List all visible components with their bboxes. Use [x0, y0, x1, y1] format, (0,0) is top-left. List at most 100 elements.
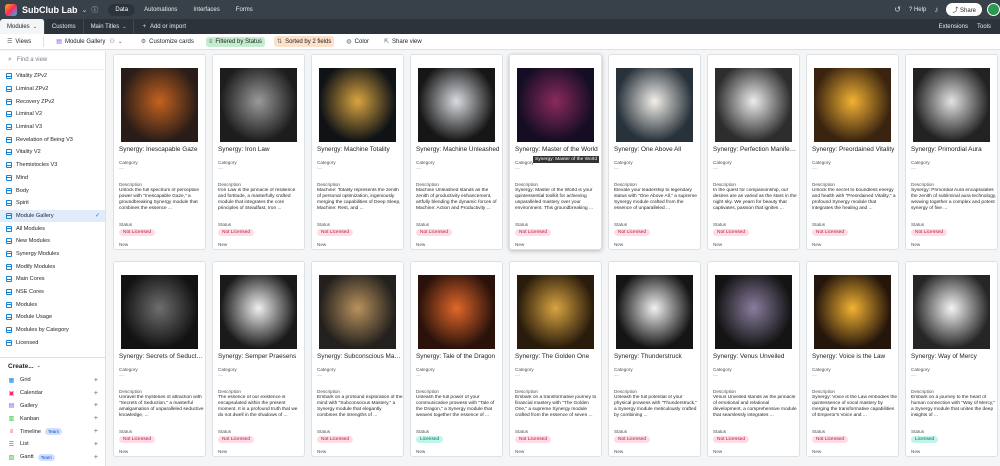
gallery-card[interactable]: Synergy: Primordial Aura Category — Descrip… — [905, 54, 998, 250]
gallery-card[interactable]: Synergy: The Golden One Category — Descript… — [509, 261, 602, 457]
create-item-gallery[interactable]: ▤ Gallery + — [0, 400, 106, 413]
card-description: Unravel the mysteries of attraction with… — [119, 395, 204, 419]
customize-cards-button[interactable]: ⚙ Customize cards — [138, 36, 197, 47]
color-button[interactable]: ◍ Color — [343, 36, 372, 47]
card-title: Synergy: Iron Law — [218, 146, 270, 153]
gallery-card[interactable]: Synergy: Machine Unleashed Category — Descr… — [410, 54, 503, 250]
tools-button[interactable]: Tools — [977, 24, 991, 30]
help-button[interactable]: ? Help — [909, 7, 926, 13]
gallery-card[interactable]: Synergy: Perfection Manifest... Category —… — [707, 54, 800, 250]
gallery-card[interactable]: Synergy: Subconscious Mast... Category — De… — [311, 261, 404, 457]
description-label: Description — [119, 182, 142, 187]
nav-interfaces[interactable]: Interfaces — [186, 4, 226, 16]
sidebar-view-item[interactable]: Vitality V2 — [0, 146, 105, 159]
gallery-card[interactable]: Synergy: Voice is the Law Category — Descri… — [806, 261, 899, 457]
search-icon: ⌕ — [8, 56, 12, 63]
chevron-down-icon[interactable]: ⌄ — [122, 24, 126, 30]
gallery-card[interactable]: Synergy: Semper Praesens Category — Descrip… — [212, 261, 305, 457]
info-icon[interactable]: ⓘ — [91, 5, 98, 15]
gallery-card[interactable]: Synergy: Master of the World Category — Des… — [509, 54, 602, 250]
share-button[interactable]: ⤴ Share — [946, 3, 982, 16]
sidebar-view-item[interactable]: Main Cores — [0, 273, 105, 286]
sidebar-view-item[interactable]: Recovery ZPv2 — [0, 95, 105, 108]
sidebar-view-item[interactable]: Liminal V3 — [0, 121, 105, 134]
table-tab-main-titles[interactable]: Main Titles ⌄ — [84, 19, 135, 34]
create-item-list[interactable]: ☰ List + — [0, 438, 106, 451]
gallery-card[interactable]: Synergy: Preordained Vitality Category — De… — [806, 54, 899, 250]
sidebar-view-item[interactable]: Module Usage — [0, 311, 105, 324]
sidebar-view-item[interactable]: Vitality ZPv2 — [0, 70, 105, 83]
description-label: Description — [713, 389, 736, 394]
table-tab-modules[interactable]: Modules ⌄ — [0, 19, 45, 34]
create-item-grid[interactable]: ▦ Grid + — [0, 374, 106, 387]
plus-icon[interactable]: + — [94, 441, 98, 448]
sidebar-view-item[interactable]: Modules by Category — [0, 324, 105, 337]
sidebar-view-item[interactable]: NSE Cores — [0, 286, 105, 299]
nav-automations[interactable]: Automations — [137, 4, 184, 16]
table-tab-customs[interactable]: Customs — [45, 19, 84, 34]
new-label: New — [317, 242, 327, 247]
create-header[interactable]: Create... ⌄ — [0, 358, 106, 374]
gallery-card[interactable]: Synergy: Iron Law Category — Description Iro… — [212, 54, 305, 250]
sidebar-view-item[interactable]: Modules — [0, 298, 105, 311]
grid-view-icon — [6, 263, 12, 270]
gallery-card[interactable]: Synergy: Inescapable Gaze Category — Descri… — [113, 54, 206, 250]
grid-view-icon — [6, 276, 12, 283]
bell-icon[interactable]: ♪ — [934, 5, 938, 14]
plus-icon[interactable]: + — [94, 415, 98, 422]
share-view-button[interactable]: ⇱ Share view — [381, 36, 425, 47]
sidebar-view-item[interactable]: Liminal V2 — [0, 108, 105, 121]
gallery-card[interactable]: Synergy: Tale of the Dragon Category — Desc… — [410, 261, 503, 457]
chevron-down-icon[interactable]: ⌄ — [82, 6, 88, 14]
app-name[interactable]: SubClub Lab — [22, 5, 78, 15]
avatar[interactable] — [987, 3, 1000, 16]
create-item-timeline[interactable]: ≡ Timeline Team + — [0, 425, 106, 438]
nav-data[interactable]: Data — [108, 3, 136, 16]
gallery-card[interactable]: Synergy: Secrets of Seduction Category — De… — [113, 261, 206, 457]
add-or-import-button[interactable]: + Add or import — [134, 24, 194, 30]
app-logo-icon[interactable] — [5, 3, 17, 16]
sidebar-view-item[interactable]: Body — [0, 184, 105, 197]
sidebar-view-item[interactable]: New Modules — [0, 235, 105, 248]
plus-icon[interactable]: + — [94, 390, 98, 397]
current-view-button[interactable]: ▤ Module Gallery ⚇ ⌄ — [53, 36, 128, 47]
plus-icon[interactable]: + — [94, 402, 98, 409]
create-item-gantt[interactable]: ▧ Gantt Team + — [0, 451, 106, 464]
status-badge: Licensed — [416, 436, 444, 443]
plus-icon[interactable]: + — [94, 454, 98, 461]
gallery-card[interactable]: Synergy: Venus Unveiled Category — Descript… — [707, 261, 800, 457]
sidebar-view-label: New Modules — [16, 238, 50, 245]
grid-view-icon — [6, 238, 12, 245]
nav-forms[interactable]: Forms — [229, 4, 260, 16]
sidebar-view-item[interactable]: Mind — [0, 172, 105, 185]
create-item-kanban[interactable]: ▥ Kanban + — [0, 412, 106, 425]
history-icon[interactable]: ↺ — [894, 5, 901, 14]
find-view-search[interactable]: ⌕ Find a view — [0, 51, 105, 70]
plus-icon[interactable]: + — [94, 377, 98, 384]
sidebar-view-item[interactable]: All Modules — [0, 222, 105, 235]
status-label: Status — [218, 222, 232, 227]
gallery-card[interactable]: Synergy: One Above All Category — Descripti… — [608, 54, 701, 250]
find-view-placeholder[interactable]: Find a view — [17, 57, 47, 63]
sort-button[interactable]: ⇅ Sorted by 2 fields — [274, 36, 335, 47]
extensions-button[interactable]: Extensions — [939, 24, 968, 30]
sidebar-view-item[interactable]: Modify Modules — [0, 260, 105, 273]
gallery-card[interactable]: Synergy: Machine Totality Category — Descri… — [311, 54, 404, 250]
filter-button[interactable]: ≡ Filtered by Status — [205, 36, 266, 47]
gallery-card[interactable]: Synergy: Way of Mercy Category — Descriptio… — [905, 261, 998, 457]
sidebar-view-item[interactable]: Themistocles V3 — [0, 159, 105, 172]
sidebar-view-item[interactable]: Licensed — [0, 336, 105, 349]
sidebar-view-item[interactable]: Revelation of Being V3 — [0, 133, 105, 146]
sidebar-view-item[interactable]: Spirit — [0, 197, 105, 210]
create-item-calendar[interactable]: ▣ Calendar + — [0, 387, 106, 400]
plus-icon[interactable]: + — [94, 428, 98, 435]
gallery-card[interactable]: Synergy: Thunderstruck Category — Descripti… — [608, 261, 701, 457]
grid-view-icon — [6, 301, 12, 308]
sidebar-view-label: Body — [16, 187, 29, 194]
chevron-down-icon[interactable]: ⌄ — [33, 24, 37, 30]
sidebar-view-item[interactable]: Liminal ZPv2 — [0, 83, 105, 96]
description-label: Description — [515, 182, 538, 187]
sidebar-view-item[interactable]: Synergy Modules — [0, 248, 105, 261]
views-toggle-button[interactable]: ☰ Views — [4, 36, 34, 47]
sidebar-view-item[interactable]: Module Gallery ✓ — [0, 209, 105, 223]
